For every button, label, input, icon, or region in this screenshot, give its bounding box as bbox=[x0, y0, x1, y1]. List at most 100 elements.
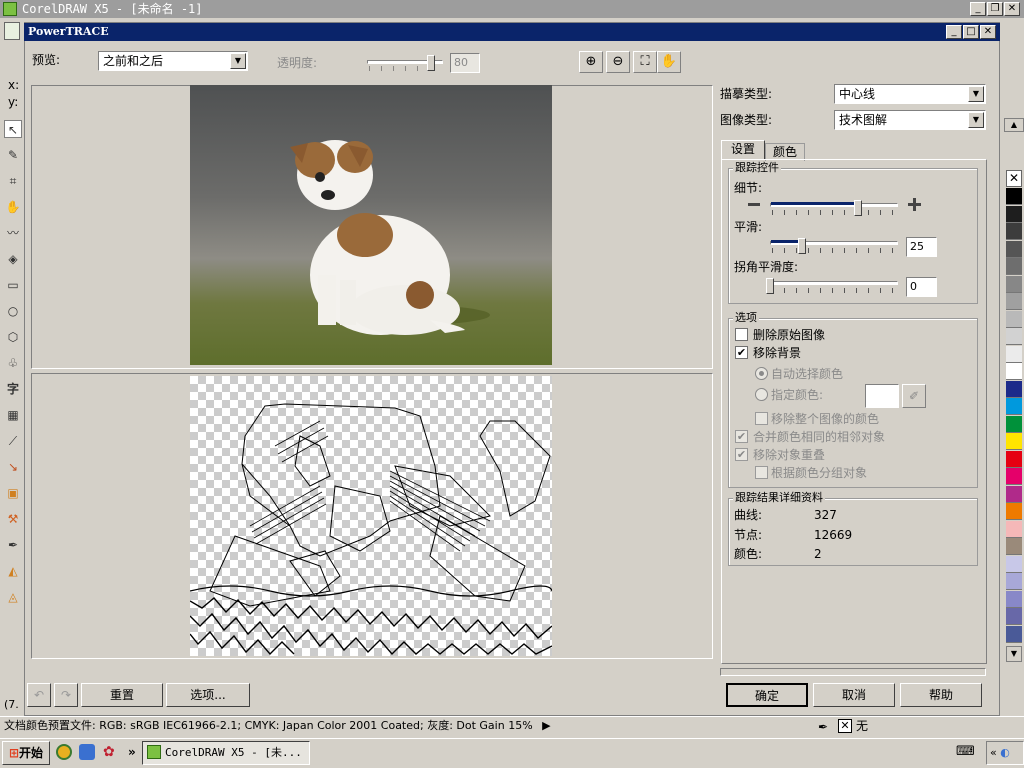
chevron-down-icon[interactable]: ▼ bbox=[968, 112, 984, 128]
smart-fill-tool-icon[interactable]: ◈ bbox=[4, 250, 22, 268]
interactive-fill-tool-icon[interactable]: ◬ bbox=[4, 588, 22, 606]
undo-button[interactable]: ↶ bbox=[27, 683, 51, 707]
palette-swatch[interactable] bbox=[1006, 380, 1022, 398]
palette-swatch[interactable] bbox=[1006, 555, 1022, 573]
palette-swatch[interactable] bbox=[1006, 188, 1022, 205]
taskbar-coreldraw-button[interactable]: CorelDRAW X5 - [未... bbox=[142, 741, 310, 765]
palette-swatch[interactable] bbox=[1006, 310, 1022, 328]
detail-slider[interactable] bbox=[770, 200, 898, 218]
zoom-out-icon[interactable]: ⊖ bbox=[606, 51, 630, 73]
app-shortcut-icon[interactable]: ✿ bbox=[103, 744, 115, 760]
palette-swatch[interactable] bbox=[1006, 223, 1022, 240]
quicklaunch-overflow-icon[interactable]: » bbox=[128, 744, 136, 760]
color-swatch[interactable] bbox=[865, 384, 899, 408]
palette-swatch[interactable] bbox=[1006, 240, 1022, 258]
table-tool-icon[interactable]: ▦ bbox=[4, 406, 22, 424]
transparency-value[interactable]: 80 bbox=[450, 53, 480, 73]
text-tool-icon[interactable]: 字 bbox=[4, 380, 22, 398]
blend-tool-icon[interactable]: ▣ bbox=[4, 484, 22, 502]
restore-icon[interactable]: ❐ bbox=[987, 2, 1003, 16]
tray-expand-icon[interactable]: « bbox=[990, 746, 997, 759]
palette-swatch[interactable] bbox=[1006, 258, 1022, 275]
cancel-button[interactable]: 取消 bbox=[813, 683, 895, 707]
fill-tool-icon[interactable]: ◭ bbox=[4, 562, 22, 580]
tab-settings[interactable]: 设置 bbox=[721, 140, 765, 160]
pick-tool-icon[interactable]: ↖ bbox=[4, 120, 22, 138]
dialog-close-icon[interactable]: ✕ bbox=[980, 25, 996, 39]
chrome-icon[interactable] bbox=[56, 744, 72, 760]
palette-swatch[interactable] bbox=[1006, 293, 1022, 310]
corner-smooth-slider[interactable] bbox=[766, 278, 898, 296]
remove-background-checkbox[interactable]: ✔ bbox=[735, 346, 748, 359]
delete-original-checkbox[interactable] bbox=[735, 328, 748, 341]
shape-tool-icon[interactable]: ✎ bbox=[4, 146, 22, 164]
palette-scroll-down-icon[interactable]: ▼ bbox=[1006, 646, 1022, 662]
trace-type-select[interactable]: 中心线 ▼ bbox=[834, 84, 986, 104]
palette-swatch[interactable] bbox=[1006, 503, 1022, 520]
detail-slider-thumb[interactable] bbox=[854, 200, 862, 216]
group-by-color-checkbox[interactable] bbox=[755, 466, 768, 479]
freehand-tool-icon[interactable]: 〰 bbox=[4, 224, 22, 242]
transparency-slider-thumb[interactable] bbox=[427, 55, 435, 71]
palette-swatch[interactable] bbox=[1006, 590, 1022, 608]
reset-button[interactable]: 重置 bbox=[81, 683, 163, 707]
dimension-tool-icon[interactable]: ⟋ bbox=[4, 432, 22, 450]
crop-tool-icon[interactable]: ⌗ bbox=[4, 172, 22, 190]
play-arrow-icon[interactable]: ▶ bbox=[542, 719, 550, 732]
ok-button[interactable]: 确定 bbox=[726, 683, 808, 707]
image-type-select[interactable]: 技术图解 ▼ bbox=[834, 110, 986, 130]
zoom-in-icon[interactable]: ⊕ bbox=[579, 51, 603, 73]
start-button[interactable]: ⊞开始 bbox=[2, 741, 50, 765]
palette-swatch[interactable] bbox=[1006, 345, 1022, 363]
dialog-minimize-icon[interactable]: _ bbox=[946, 25, 962, 39]
palette-swatch[interactable] bbox=[1006, 328, 1022, 345]
network-icon[interactable]: ◐ bbox=[1000, 746, 1010, 759]
smooth-value-input[interactable]: 25 bbox=[906, 237, 937, 257]
corner-smooth-slider-thumb[interactable] bbox=[766, 278, 774, 294]
rectangle-tool-icon[interactable]: ▭ bbox=[4, 276, 22, 294]
palette-swatch[interactable] bbox=[1006, 450, 1022, 468]
pan-hand-icon[interactable]: ✋ bbox=[657, 51, 681, 73]
palette-swatch[interactable] bbox=[1006, 625, 1022, 643]
palette-scroll-up-icon[interactable]: ▲ bbox=[1004, 118, 1024, 132]
chevron-down-icon[interactable]: ▼ bbox=[230, 53, 246, 69]
remove-overlap-checkbox[interactable]: ✔ bbox=[735, 448, 748, 461]
eyedropper-icon[interactable]: ✐ bbox=[902, 384, 926, 408]
ellipse-tool-icon[interactable]: ○ bbox=[4, 302, 22, 320]
close-icon[interactable]: ✕ bbox=[1004, 2, 1020, 16]
palette-swatch[interactable] bbox=[1006, 608, 1022, 625]
palette-swatch[interactable] bbox=[1006, 415, 1022, 433]
palette-swatch[interactable] bbox=[1006, 433, 1022, 450]
preview-mode-select[interactable]: 之前和之后 ▼ bbox=[98, 51, 248, 71]
transparency-slider[interactable] bbox=[367, 55, 443, 71]
palette-swatch[interactable] bbox=[1006, 363, 1022, 380]
palette-swatch[interactable] bbox=[1006, 205, 1022, 223]
palette-swatch[interactable] bbox=[1006, 573, 1022, 590]
palette-swatch[interactable] bbox=[1006, 275, 1022, 293]
connector-tool-icon[interactable]: ↘ bbox=[4, 458, 22, 476]
dialog-maximize-icon[interactable]: □ bbox=[963, 25, 979, 39]
no-color-swatch[interactable]: ✕ bbox=[1006, 170, 1022, 187]
palette-swatch[interactable] bbox=[1006, 538, 1022, 555]
smooth-slider[interactable] bbox=[770, 238, 898, 256]
pan-tool-icon[interactable]: ✋ bbox=[4, 198, 22, 216]
palette-swatch[interactable] bbox=[1006, 468, 1022, 485]
remove-whole-color-checkbox[interactable] bbox=[755, 412, 768, 425]
minus-icon[interactable] bbox=[748, 203, 760, 206]
palette-swatch[interactable] bbox=[1006, 520, 1022, 538]
options-button[interactable]: 选项... bbox=[166, 683, 250, 707]
corner-smooth-value-input[interactable]: 0 bbox=[906, 277, 937, 297]
minimize-icon[interactable]: _ bbox=[970, 2, 986, 16]
ie-icon[interactable] bbox=[79, 744, 95, 760]
auto-color-radio[interactable] bbox=[755, 367, 768, 380]
palette-swatch[interactable] bbox=[1006, 398, 1022, 415]
fit-to-window-icon[interactable]: ⛶ bbox=[633, 51, 657, 73]
chevron-down-icon[interactable]: ▼ bbox=[968, 86, 984, 102]
basic-shapes-tool-icon[interactable]: ♧ bbox=[4, 354, 22, 372]
palette-swatch[interactable] bbox=[1006, 485, 1022, 503]
keyboard-icon[interactable]: ⌨ bbox=[956, 744, 975, 760]
eyedropper-tool-icon[interactable]: ⚒ bbox=[4, 510, 22, 528]
specify-color-radio[interactable] bbox=[755, 388, 768, 401]
smooth-slider-thumb[interactable] bbox=[798, 238, 806, 254]
outline-tool-icon[interactable]: ✒ bbox=[4, 536, 22, 554]
